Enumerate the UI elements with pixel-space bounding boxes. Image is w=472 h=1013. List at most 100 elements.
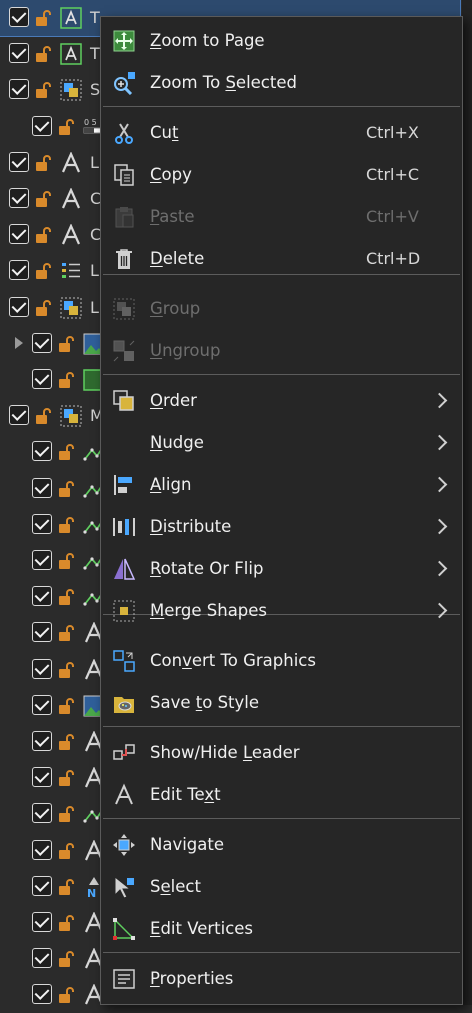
menu-item-label: Order: [150, 391, 197, 410]
menu-item-navigate[interactable]: Navigate: [101, 825, 462, 865]
visibility-checkbox[interactable]: [32, 767, 52, 787]
visibility-checkbox[interactable]: [32, 586, 52, 606]
unlocked-lock-icon[interactable]: [58, 516, 76, 534]
unlocked-lock-icon[interactable]: [58, 443, 76, 461]
menu-item-delete[interactable]: Delete Ctrl+D: [101, 239, 462, 279]
menu-item-select[interactable]: Select: [101, 867, 462, 907]
menu-item-label: Nudge: [150, 433, 204, 452]
menu-separator: [103, 374, 460, 375]
unlocked-lock-icon[interactable]: [35, 81, 53, 99]
unlocked-lock-icon[interactable]: [58, 552, 76, 570]
visibility-checkbox[interactable]: [9, 43, 29, 63]
expand-arrow-icon[interactable]: [15, 337, 23, 349]
unlocked-lock-icon[interactable]: [58, 733, 76, 751]
menu-separator: [103, 818, 460, 819]
edit-vertices-icon: [112, 917, 136, 941]
visibility-checkbox[interactable]: [32, 984, 52, 1004]
unlocked-lock-icon[interactable]: [58, 335, 76, 353]
menu-separator: [103, 106, 460, 107]
menu-item-copy[interactable]: Copy Ctrl+C: [101, 155, 462, 195]
visibility-checkbox[interactable]: [9, 152, 29, 172]
unlocked-lock-icon[interactable]: [58, 986, 76, 1004]
menu-item-nudge[interactable]: Nudge: [101, 423, 462, 463]
visibility-checkbox[interactable]: [9, 297, 29, 317]
menu-item-order[interactable]: Order: [101, 381, 462, 421]
unlocked-lock-icon[interactable]: [58, 914, 76, 932]
unlocked-lock-icon[interactable]: [58, 878, 76, 896]
unlocked-lock-icon[interactable]: [35, 45, 53, 63]
menu-item-label: Copy: [150, 165, 192, 184]
submenu-arrow-icon: [431, 602, 448, 619]
shortcut-label: Ctrl+X: [366, 123, 419, 142]
unlocked-lock-icon[interactable]: [35, 407, 53, 425]
unlocked-lock-icon[interactable]: [58, 950, 76, 968]
menu-item-label: Paste: [150, 207, 195, 226]
svg-text:N: N: [87, 887, 96, 898]
menu-item-paste: Paste Ctrl+V: [101, 197, 462, 237]
visibility-checkbox[interactable]: [32, 912, 52, 932]
visibility-checkbox[interactable]: [32, 333, 52, 353]
menu-item-edit-vertices[interactable]: Edit Vertices: [101, 909, 462, 949]
menu-item-cut[interactable]: Cut Ctrl+X: [101, 113, 462, 153]
trash-icon: [112, 247, 136, 271]
visibility-checkbox[interactable]: [32, 514, 52, 534]
unlocked-lock-icon[interactable]: [35, 154, 53, 172]
menu-item-label: Delete: [150, 249, 205, 268]
visibility-checkbox[interactable]: [9, 224, 29, 244]
menu-item-label: Align: [150, 475, 192, 494]
visibility-checkbox[interactable]: [32, 840, 52, 860]
menu-item-align[interactable]: Align: [101, 465, 462, 505]
unlocked-lock-icon[interactable]: [58, 480, 76, 498]
unlocked-lock-icon[interactable]: [58, 842, 76, 860]
menu-item-show-hide-leader[interactable]: Show/Hide Leader: [101, 733, 462, 773]
visibility-checkbox[interactable]: [32, 695, 52, 715]
visibility-checkbox[interactable]: [9, 405, 29, 425]
unlocked-lock-icon[interactable]: [58, 805, 76, 823]
unlocked-lock-icon[interactable]: [35, 226, 53, 244]
text-a-icon: [60, 187, 82, 210]
unlocked-lock-icon[interactable]: [58, 697, 76, 715]
text-box-icon: [60, 43, 82, 65]
visibility-checkbox[interactable]: [32, 116, 52, 136]
visibility-checkbox[interactable]: [32, 478, 52, 498]
menu-item-rotate-or-flip[interactable]: Rotate Or Flip: [101, 549, 462, 589]
menu-item-edit-text[interactable]: Edit Text: [101, 775, 462, 815]
menu-item-save-to-style[interactable]: Save to Style: [101, 683, 462, 723]
menu-item-label: Zoom to Page: [150, 31, 265, 50]
visibility-checkbox[interactable]: [32, 948, 52, 968]
menu-item-zoom-to-selected[interactable]: Zoom To Selected: [101, 63, 462, 103]
unlocked-lock-icon[interactable]: [35, 9, 53, 27]
unlocked-lock-icon[interactable]: [58, 588, 76, 606]
visibility-checkbox[interactable]: [32, 803, 52, 823]
visibility-checkbox[interactable]: [9, 260, 29, 280]
visibility-checkbox[interactable]: [32, 659, 52, 679]
visibility-checkbox[interactable]: [32, 369, 52, 389]
unlocked-lock-icon[interactable]: [35, 262, 53, 280]
menu-item-convert-to-graphics[interactable]: Convert To Graphics: [101, 641, 462, 681]
text-a-icon: [60, 151, 82, 174]
unlocked-lock-icon[interactable]: [58, 661, 76, 679]
visibility-checkbox[interactable]: [32, 622, 52, 642]
unlocked-lock-icon[interactable]: [35, 299, 53, 317]
menu-item-zoom-to-page[interactable]: Zoom to Page: [101, 21, 462, 61]
side-panel-edge: [462, 0, 472, 1005]
unlocked-lock-icon[interactable]: [58, 118, 76, 136]
unlocked-lock-icon[interactable]: [58, 371, 76, 389]
menu-item-label: Properties: [150, 969, 234, 988]
menu-item-merge-shapes[interactable]: Merge Shapes: [101, 591, 462, 631]
tree-row-label: T: [90, 8, 100, 27]
menu-item-distribute[interactable]: Distribute: [101, 507, 462, 547]
visibility-checkbox[interactable]: [32, 550, 52, 570]
menu-item-properties[interactable]: Properties: [101, 959, 462, 999]
menu-item-label: Navigate: [150, 835, 225, 854]
visibility-checkbox[interactable]: [32, 876, 52, 896]
visibility-checkbox[interactable]: [9, 79, 29, 99]
unlocked-lock-icon[interactable]: [58, 624, 76, 642]
visibility-checkbox[interactable]: [9, 7, 29, 27]
visibility-checkbox[interactable]: [32, 731, 52, 751]
unlocked-lock-icon[interactable]: [35, 190, 53, 208]
unlocked-lock-icon[interactable]: [58, 769, 76, 787]
visibility-checkbox[interactable]: [32, 441, 52, 461]
align-icon: [112, 473, 136, 497]
visibility-checkbox[interactable]: [9, 188, 29, 208]
